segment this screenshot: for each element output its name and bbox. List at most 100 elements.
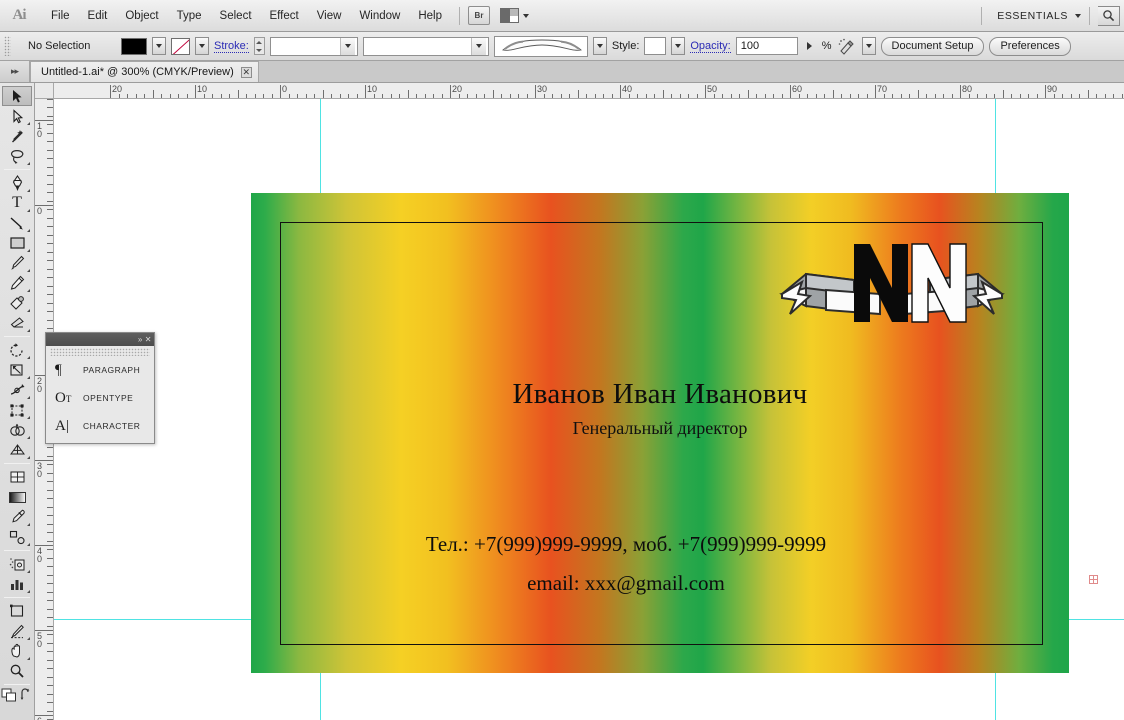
ruler-tick xyxy=(47,643,53,644)
ruler-corner[interactable] xyxy=(35,83,54,99)
fill-stroke-swatch-icon[interactable] xyxy=(1,688,17,702)
pen-tool[interactable] xyxy=(2,173,32,193)
canvas[interactable]: Иванов Иван Иванович Генеральный директо… xyxy=(54,99,1124,720)
type-panel[interactable]: » ✕ ¶ PARAGRAPH OT OPENTYPE A| CHARACTER xyxy=(45,332,155,444)
percent-label: % xyxy=(821,40,832,52)
opacity-input[interactable]: 100 xyxy=(735,37,798,55)
stroke-profile-combo[interactable] xyxy=(362,36,489,56)
collapse-panel-icon[interactable]: ▸▸ xyxy=(0,61,30,82)
menu-window[interactable]: Window xyxy=(350,6,409,26)
shape-builder-tool[interactable] xyxy=(2,420,32,440)
lasso-tool[interactable] xyxy=(2,146,32,166)
stroke-weight-combo[interactable] xyxy=(269,36,358,56)
perspective-grid-tool[interactable] xyxy=(2,440,32,460)
blob-brush-tool[interactable] xyxy=(2,293,32,313)
search-divider xyxy=(1089,6,1090,25)
preferences-button[interactable]: Preferences xyxy=(989,36,1071,56)
document-setup-button[interactable]: Document Setup xyxy=(880,36,985,56)
stroke-dropdown[interactable] xyxy=(195,37,209,55)
selection-tool[interactable] xyxy=(2,86,32,106)
panel-item-opentype[interactable]: OT OPENTYPE xyxy=(46,384,154,412)
blend-tool[interactable] xyxy=(2,527,32,547)
menu-effect[interactable]: Effect xyxy=(261,6,308,26)
menu-help[interactable]: Help xyxy=(409,6,451,26)
ruler-label: 40 xyxy=(622,84,633,94)
swap-fill-stroke-icon[interactable] xyxy=(20,688,34,702)
mesh-tool[interactable] xyxy=(2,467,32,487)
gradient-tool[interactable] xyxy=(2,487,32,507)
close-icon[interactable]: ✕ xyxy=(240,66,252,78)
workspace-divider xyxy=(981,6,983,25)
menu-file[interactable]: File xyxy=(42,6,79,26)
recolor-artwork-icon[interactable] xyxy=(837,37,857,56)
toolbox-divider xyxy=(4,597,30,598)
opacity-slider-arrow[interactable] xyxy=(803,37,817,55)
hand-tool[interactable] xyxy=(2,641,32,661)
document-tab[interactable]: Untitled-1.ai* @ 300% (CMYK/Preview) ✕ xyxy=(30,61,259,82)
eraser-tool[interactable] xyxy=(2,313,32,333)
graphic-style-swatch[interactable] xyxy=(644,37,667,55)
bridge-button[interactable]: Br xyxy=(468,6,490,25)
type-tool[interactable]: T xyxy=(2,193,32,213)
width-tool[interactable] xyxy=(2,380,32,400)
ruler-tick xyxy=(47,107,53,108)
column-graph-tool[interactable] xyxy=(2,574,32,594)
close-icon[interactable]: ✕ xyxy=(145,335,152,344)
menu-object[interactable]: Object xyxy=(116,6,167,26)
fill-dropdown[interactable] xyxy=(152,37,166,55)
panel-item-paragraph[interactable]: ¶ PARAGRAPH xyxy=(46,356,154,384)
brush-definition-preview[interactable] xyxy=(493,35,588,57)
fill-color-swatch[interactable] xyxy=(121,37,147,55)
slice-tool[interactable] xyxy=(2,621,32,641)
scale-tool[interactable] xyxy=(2,360,32,380)
ruler-label: 90 xyxy=(1047,84,1058,94)
control-bar: No Selection Stroke: Style: Opacity: 100… xyxy=(0,32,1124,61)
rotate-tool[interactable] xyxy=(2,340,32,360)
toolbox-divider xyxy=(4,169,30,170)
menu-type[interactable]: Type xyxy=(168,6,211,26)
direct-selection-tool[interactable] xyxy=(2,106,32,126)
control-bar-grip[interactable] xyxy=(4,36,11,56)
stroke-color-swatch[interactable] xyxy=(171,37,190,55)
magic-wand-tool[interactable] xyxy=(2,126,32,146)
ruler-label: 30 xyxy=(537,84,548,94)
menu-edit[interactable]: Edit xyxy=(79,6,117,26)
ruler-tick xyxy=(47,192,53,193)
arrange-documents-button[interactable] xyxy=(500,8,529,23)
menu-view[interactable]: View xyxy=(308,6,351,26)
artboard-tool[interactable] xyxy=(2,601,32,621)
brush-dropdown[interactable] xyxy=(592,37,607,55)
ruler-tick xyxy=(47,311,53,312)
ruler-tick xyxy=(47,209,53,210)
pencil-tool[interactable] xyxy=(2,273,32,293)
business-card-artwork[interactable]: Иванов Иван Иванович Генеральный директо… xyxy=(251,193,1069,673)
zoom-tool[interactable] xyxy=(2,661,32,681)
ruler-tick xyxy=(47,218,53,219)
paragraph-icon: ¶ xyxy=(55,361,62,378)
stroke-label[interactable]: Stroke: xyxy=(214,40,249,53)
free-transform-tool[interactable] xyxy=(2,400,32,420)
recolor-dropdown[interactable] xyxy=(861,37,876,55)
menu-select[interactable]: Select xyxy=(211,6,261,26)
ruler-tick xyxy=(492,90,494,98)
rectangle-tool[interactable] xyxy=(2,233,32,253)
paintbrush-tool[interactable] xyxy=(2,253,32,273)
panel-title-bar[interactable]: » ✕ xyxy=(46,333,154,346)
stroke-weight-stepper[interactable] xyxy=(253,37,265,55)
panel-item-character[interactable]: A| CHARACTER xyxy=(46,412,154,440)
style-dropdown[interactable] xyxy=(671,37,686,55)
arrange-documents-icon xyxy=(500,8,519,23)
workspace-switcher[interactable]: ESSENTIALS xyxy=(990,10,1075,22)
search-icon[interactable] xyxy=(1098,5,1120,26)
eyedropper-tool[interactable] xyxy=(2,507,32,527)
ruler-tick xyxy=(577,90,579,98)
symbol-sprayer-tool[interactable] xyxy=(2,554,32,574)
horizontal-ruler[interactable]: 20 10 0 10 20 30 40 50 60 70 80 90 xyxy=(54,83,1124,99)
ruler-tick xyxy=(47,167,53,168)
line-segment-tool[interactable] xyxy=(2,213,32,233)
ruler-tick xyxy=(47,677,53,678)
company-logo[interactable] xyxy=(776,238,1008,328)
collapse-icon[interactable]: » xyxy=(138,335,142,344)
ruler-tick xyxy=(47,651,53,652)
opacity-label[interactable]: Opacity: xyxy=(690,40,731,53)
